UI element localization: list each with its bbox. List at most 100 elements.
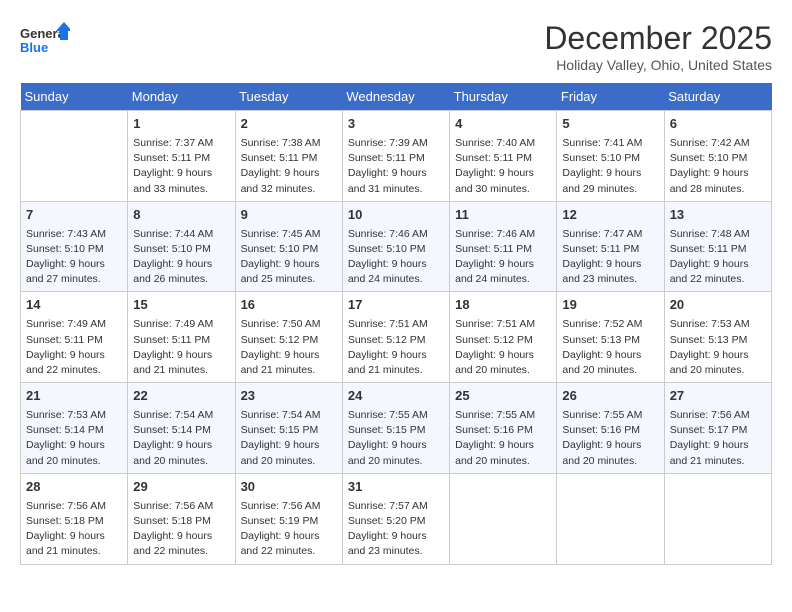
cell-content: Sunrise: 7:55 AMSunset: 5:16 PMDaylight:… [455, 408, 551, 469]
cell-content: Sunrise: 7:49 AMSunset: 5:11 PMDaylight:… [26, 317, 122, 378]
day-number: 6 [670, 115, 766, 134]
cell-content: Sunrise: 7:46 AMSunset: 5:10 PMDaylight:… [348, 227, 444, 288]
calendar-cell: 28 Sunrise: 7:56 AMSunset: 5:18 PMDayligh… [21, 473, 128, 564]
calendar-cell: 19 Sunrise: 7:52 AMSunset: 5:13 PMDayligh… [557, 292, 664, 383]
day-number: 18 [455, 296, 551, 315]
day-number: 28 [26, 478, 122, 497]
day-number: 5 [562, 115, 658, 134]
cell-content: Sunrise: 7:53 AMSunset: 5:13 PMDaylight:… [670, 317, 766, 378]
cell-content: Sunrise: 7:49 AMSunset: 5:11 PMDaylight:… [133, 317, 229, 378]
day-number: 9 [241, 206, 337, 225]
calendar-cell: 2 Sunrise: 7:38 AMSunset: 5:11 PMDaylight… [235, 111, 342, 202]
cell-content: Sunrise: 7:51 AMSunset: 5:12 PMDaylight:… [455, 317, 551, 378]
cell-content: Sunrise: 7:55 AMSunset: 5:16 PMDaylight:… [562, 408, 658, 469]
header-cell-tuesday: Tuesday [235, 83, 342, 111]
day-number: 30 [241, 478, 337, 497]
calendar-cell [21, 111, 128, 202]
cell-content: Sunrise: 7:37 AMSunset: 5:11 PMDaylight:… [133, 136, 229, 197]
cell-content: Sunrise: 7:56 AMSunset: 5:17 PMDaylight:… [670, 408, 766, 469]
week-row-2: 7 Sunrise: 7:43 AMSunset: 5:10 PMDaylight… [21, 201, 772, 292]
calendar-cell: 22 Sunrise: 7:54 AMSunset: 5:14 PMDayligh… [128, 383, 235, 474]
calendar-cell: 17 Sunrise: 7:51 AMSunset: 5:12 PMDayligh… [342, 292, 449, 383]
calendar-cell: 9 Sunrise: 7:45 AMSunset: 5:10 PMDaylight… [235, 201, 342, 292]
day-number: 10 [348, 206, 444, 225]
cell-content: Sunrise: 7:51 AMSunset: 5:12 PMDaylight:… [348, 317, 444, 378]
calendar-cell: 6Sunrise: 7:42 AMSunset: 5:10 PMDaylight… [664, 111, 771, 202]
cell-content: Sunrise: 7:45 AMSunset: 5:10 PMDaylight:… [241, 227, 337, 288]
cell-content: Sunrise: 7:50 AMSunset: 5:12 PMDaylight:… [241, 317, 337, 378]
calendar-cell [557, 473, 664, 564]
page-title: December 2025 [544, 20, 772, 57]
calendar-cell: 11Sunrise: 7:46 AMSunset: 5:11 PMDayligh… [450, 201, 557, 292]
calendar-cell: 20 Sunrise: 7:53 AMSunset: 5:13 PMDayligh… [664, 292, 771, 383]
header: General Blue December 2025 Holiday Valle… [20, 20, 772, 73]
calendar-cell: 16Sunrise: 7:50 AMSunset: 5:12 PMDayligh… [235, 292, 342, 383]
cell-content: Sunrise: 7:48 AMSunset: 5:11 PMDaylight:… [670, 227, 766, 288]
calendar-cell: 7 Sunrise: 7:43 AMSunset: 5:10 PMDaylight… [21, 201, 128, 292]
page-subtitle: Holiday Valley, Ohio, United States [544, 57, 772, 73]
cell-content: Sunrise: 7:54 AMSunset: 5:15 PMDaylight:… [241, 408, 337, 469]
calendar-cell: 29 Sunrise: 7:56 AMSunset: 5:18 PMDayligh… [128, 473, 235, 564]
cell-content: Sunrise: 7:56 AMSunset: 5:18 PMDaylight:… [26, 499, 122, 560]
cell-content: Sunrise: 7:40 AMSunset: 5:11 PMDaylight:… [455, 136, 551, 197]
day-number: 13 [670, 206, 766, 225]
calendar-cell: 8 Sunrise: 7:44 AMSunset: 5:10 PMDaylight… [128, 201, 235, 292]
calendar-cell: 15Sunrise: 7:49 AMSunset: 5:11 PMDayligh… [128, 292, 235, 383]
day-number: 22 [133, 387, 229, 406]
day-number: 27 [670, 387, 766, 406]
cell-content: Sunrise: 7:56 AMSunset: 5:18 PMDaylight:… [133, 499, 229, 560]
calendar-cell: 1Sunrise: 7:37 AMSunset: 5:11 PMDaylight… [128, 111, 235, 202]
day-number: 19 [562, 296, 658, 315]
day-number: 8 [133, 206, 229, 225]
calendar-cell: 5Sunrise: 7:41 AMSunset: 5:10 PMDaylight… [557, 111, 664, 202]
cell-content: Sunrise: 7:47 AMSunset: 5:11 PMDaylight:… [562, 227, 658, 288]
day-number: 4 [455, 115, 551, 134]
cell-content: Sunrise: 7:43 AMSunset: 5:10 PMDaylight:… [26, 227, 122, 288]
calendar-cell: 13 Sunrise: 7:48 AMSunset: 5:11 PMDayligh… [664, 201, 771, 292]
calendar-cell: 25Sunrise: 7:55 AMSunset: 5:16 PMDayligh… [450, 383, 557, 474]
calendar-cell: 3Sunrise: 7:39 AMSunset: 5:11 PMDaylight… [342, 111, 449, 202]
calendar-cell: 18 Sunrise: 7:51 AMSunset: 5:12 PMDayligh… [450, 292, 557, 383]
calendar-cell: 31 Sunrise: 7:57 AMSunset: 5:20 PMDayligh… [342, 473, 449, 564]
day-number: 2 [241, 115, 337, 134]
cell-content: Sunrise: 7:52 AMSunset: 5:13 PMDaylight:… [562, 317, 658, 378]
day-number: 29 [133, 478, 229, 497]
calendar-cell: 30 Sunrise: 7:56 AMSunset: 5:19 PMDayligh… [235, 473, 342, 564]
week-row-4: 21 Sunrise: 7:53 AMSunset: 5:14 PMDayligh… [21, 383, 772, 474]
calendar-cell: 12 Sunrise: 7:47 AMSunset: 5:11 PMDayligh… [557, 201, 664, 292]
title-area: December 2025 Holiday Valley, Ohio, Unit… [544, 20, 772, 73]
week-row-1: 1Sunrise: 7:37 AMSunset: 5:11 PMDaylight… [21, 111, 772, 202]
calendar-cell: 4 Sunrise: 7:40 AMSunset: 5:11 PMDaylight… [450, 111, 557, 202]
calendar-cell: 24Sunrise: 7:55 AMSunset: 5:15 PMDayligh… [342, 383, 449, 474]
header-cell-wednesday: Wednesday [342, 83, 449, 111]
logo: General Blue [20, 20, 70, 64]
day-number: 31 [348, 478, 444, 497]
calendar-cell: 10 Sunrise: 7:46 AMSunset: 5:10 PMDayligh… [342, 201, 449, 292]
cell-content: Sunrise: 7:54 AMSunset: 5:14 PMDaylight:… [133, 408, 229, 469]
day-number: 14 [26, 296, 122, 315]
cell-content: Sunrise: 7:53 AMSunset: 5:14 PMDaylight:… [26, 408, 122, 469]
calendar-cell: 27 Sunrise: 7:56 AMSunset: 5:17 PMDayligh… [664, 383, 771, 474]
cell-content: Sunrise: 7:44 AMSunset: 5:10 PMDaylight:… [133, 227, 229, 288]
cell-content: Sunrise: 7:57 AMSunset: 5:20 PMDaylight:… [348, 499, 444, 560]
calendar-cell [664, 473, 771, 564]
cell-content: Sunrise: 7:38 AMSunset: 5:11 PMDaylight:… [241, 136, 337, 197]
calendar-cell: 23 Sunrise: 7:54 AMSunset: 5:15 PMDayligh… [235, 383, 342, 474]
header-cell-saturday: Saturday [664, 83, 771, 111]
day-number: 23 [241, 387, 337, 406]
day-number: 17 [348, 296, 444, 315]
calendar-cell: 21 Sunrise: 7:53 AMSunset: 5:14 PMDayligh… [21, 383, 128, 474]
cell-content: Sunrise: 7:56 AMSunset: 5:19 PMDaylight:… [241, 499, 337, 560]
week-row-3: 14 Sunrise: 7:49 AMSunset: 5:11 PMDayligh… [21, 292, 772, 383]
calendar-cell: 14 Sunrise: 7:49 AMSunset: 5:11 PMDayligh… [21, 292, 128, 383]
logo-svg: General Blue [20, 20, 70, 64]
day-number: 21 [26, 387, 122, 406]
day-number: 3 [348, 115, 444, 134]
day-number: 7 [26, 206, 122, 225]
header-cell-monday: Monday [128, 83, 235, 111]
day-number: 24 [348, 387, 444, 406]
day-number: 12 [562, 206, 658, 225]
calendar-cell [450, 473, 557, 564]
svg-text:Blue: Blue [20, 40, 48, 55]
day-number: 20 [670, 296, 766, 315]
